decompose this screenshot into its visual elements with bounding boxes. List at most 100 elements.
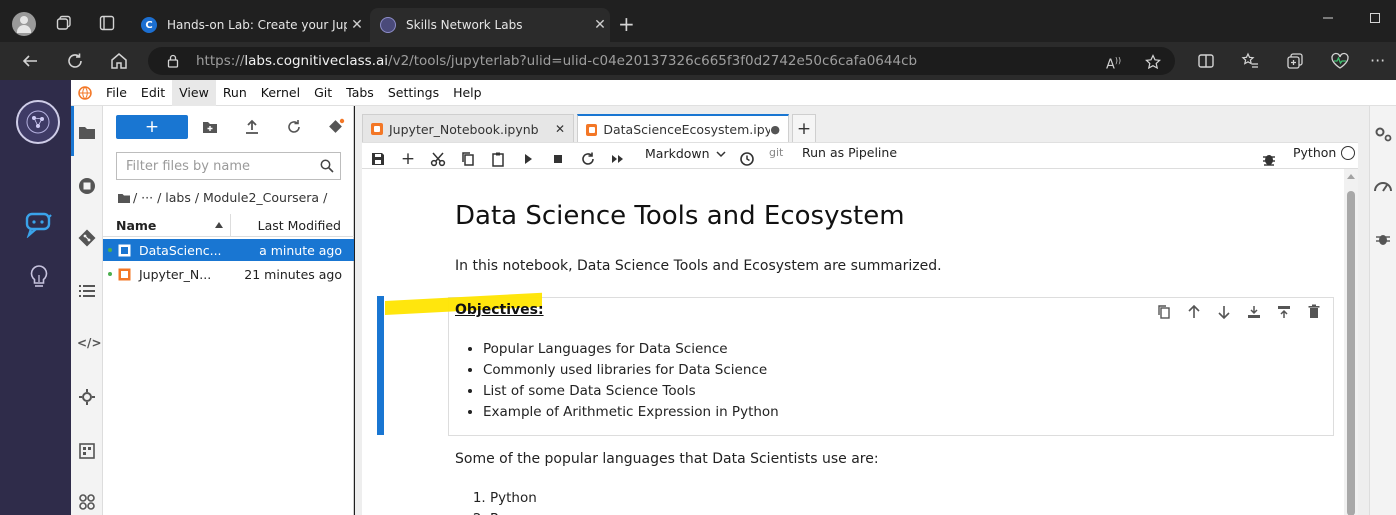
- split-screen-icon[interactable]: [1197, 52, 1215, 70]
- browser-essentials-icon[interactable]: [1330, 52, 1350, 70]
- favorite-star-icon[interactable]: [1145, 54, 1161, 70]
- insert-above-icon[interactable]: [1275, 303, 1293, 321]
- tab-actions-icon[interactable]: [99, 15, 115, 31]
- chevron-down-icon: [716, 151, 726, 158]
- copy-icon[interactable]: [458, 149, 478, 169]
- delete-cell-icon[interactable]: [1305, 303, 1323, 321]
- property-inspector-icon[interactable]: [1372, 123, 1394, 145]
- close-tab-icon[interactable]: ✕: [555, 122, 565, 136]
- workspaces-icon[interactable]: [56, 15, 72, 31]
- back-icon[interactable]: [21, 52, 39, 70]
- fast-forward-icon[interactable]: [608, 149, 628, 169]
- menu-tabs[interactable]: Tabs: [339, 80, 381, 106]
- menu-edit[interactable]: Edit: [134, 80, 172, 106]
- notebook-scrollbar[interactable]: [1344, 169, 1358, 515]
- debugger-icon[interactable]: [1374, 230, 1392, 248]
- refresh-files-icon[interactable]: [283, 116, 305, 138]
- scroll-up-arrow-icon[interactable]: [1347, 174, 1355, 179]
- cell-type-select[interactable]: Markdown: [645, 144, 726, 164]
- debugger-bug-icon[interactable]: [1259, 149, 1279, 169]
- insert-below-icon[interactable]: [1245, 303, 1263, 321]
- extension-manager-icon[interactable]: [78, 388, 96, 406]
- save-icon[interactable]: [368, 149, 388, 169]
- menu-help[interactable]: Help: [446, 80, 489, 106]
- table-of-contents-icon[interactable]: [78, 283, 96, 299]
- running-dot: [108, 248, 112, 252]
- running-dot: [108, 272, 112, 276]
- home-icon[interactable]: [110, 52, 128, 70]
- url-host: labs.cognitiveclass.ai: [244, 53, 389, 69]
- new-tab-button[interactable]: +: [618, 12, 638, 36]
- menu-file[interactable]: File: [99, 80, 134, 106]
- unsaved-indicator-icon[interactable]: ●: [770, 123, 780, 136]
- notebook-tab-datascience[interactable]: DataScienceEcosystem.ipyn ●: [577, 114, 789, 143]
- add-tab-button[interactable]: +: [792, 114, 816, 143]
- more-options-icon[interactable]: ···: [1370, 52, 1385, 70]
- move-down-icon[interactable]: [1215, 303, 1233, 321]
- url-bar[interactable]: https://labs.cognitiveclass.ai/v2/tools/…: [148, 47, 1175, 75]
- minimize-icon[interactable]: [1320, 10, 1336, 26]
- notebook-tab-jupyter[interactable]: Jupyter_Notebook.ipynb ✕: [362, 114, 574, 143]
- file-row[interactable]: Jupyter_N... 21 minutes ago: [103, 263, 354, 285]
- refresh-icon[interactable]: [66, 52, 84, 70]
- intro-paragraph: In this notebook, Data Science Tools and…: [455, 258, 942, 274]
- code-snippets-icon[interactable]: </>: [77, 336, 102, 350]
- close-tab-icon[interactable]: ✕: [347, 17, 367, 33]
- clock-icon[interactable]: [737, 149, 757, 169]
- menu-settings[interactable]: Settings: [381, 80, 446, 106]
- profile-avatar[interactable]: [12, 12, 36, 36]
- upload-icon[interactable]: [241, 116, 263, 138]
- folder-icon[interactable]: [78, 124, 96, 140]
- paste-icon[interactable]: [488, 149, 508, 169]
- menu-run[interactable]: Run: [216, 80, 254, 106]
- restart-kernel-icon[interactable]: [578, 149, 598, 169]
- running-kernels-icon[interactable]: [78, 177, 96, 195]
- notebook-file-icon: [118, 244, 131, 256]
- cut-icon[interactable]: [428, 149, 448, 169]
- chat-assistant-icon[interactable]: [24, 210, 54, 238]
- favorites-icon[interactable]: [1241, 52, 1259, 70]
- run-icon[interactable]: [518, 149, 538, 169]
- lightbulb-icon[interactable]: [28, 264, 50, 290]
- elyra-pipeline-icon[interactable]: [78, 493, 96, 511]
- markdown-cell-active[interactable]: Objectives: Popular Languages for Data S…: [385, 292, 1334, 436]
- active-cell-collapser[interactable]: [377, 296, 384, 435]
- duplicate-cell-icon[interactable]: [1155, 303, 1173, 321]
- new-folder-icon[interactable]: [199, 116, 221, 138]
- maximize-icon[interactable]: [1367, 10, 1383, 26]
- lock-icon[interactable]: [166, 54, 180, 68]
- menu-git[interactable]: Git: [307, 80, 339, 106]
- url-scheme: https://: [196, 53, 245, 69]
- git-clone-icon[interactable]: [325, 116, 347, 138]
- git-diff-button[interactable]: git: [769, 146, 783, 159]
- git-icon[interactable]: [78, 229, 96, 247]
- new-launcher-button[interactable]: +: [116, 115, 188, 139]
- stop-icon[interactable]: [548, 149, 568, 169]
- notebook-icon: [586, 123, 598, 136]
- menu-view[interactable]: View: [172, 79, 216, 106]
- tab-title: DataScienceEcosystem.ipyn: [603, 122, 771, 137]
- skills-network-icon: [380, 17, 396, 33]
- read-aloud-icon[interactable]: A)): [1106, 47, 1121, 75]
- insert-cell-icon[interactable]: +: [398, 149, 418, 169]
- file-row-selected[interactable]: DataScienc... a minute ago: [103, 239, 354, 261]
- browser-tab-skills-network[interactable]: Skills Network Labs ✕: [370, 8, 610, 42]
- breadcrumb[interactable]: / ··· / labs / Module2_Coursera /: [118, 190, 327, 205]
- column-name[interactable]: Name: [116, 218, 156, 233]
- menu-kernel[interactable]: Kernel: [254, 80, 307, 106]
- scrollbar-thumb[interactable]: [1347, 191, 1355, 515]
- filter-files-input[interactable]: Filter files by name: [116, 152, 341, 180]
- run-as-pipeline-button[interactable]: Run as Pipeline: [802, 145, 897, 160]
- notebook-file-icon: [118, 268, 131, 280]
- column-last-modified[interactable]: Last Modified: [258, 218, 341, 233]
- sort-ascending-icon[interactable]: [215, 222, 223, 228]
- close-tab-icon[interactable]: ✕: [590, 17, 610, 33]
- kernel-name[interactable]: Python: [1293, 145, 1336, 160]
- move-up-icon[interactable]: [1185, 303, 1203, 321]
- resource-usage-gauge-icon[interactable]: [1372, 176, 1394, 198]
- home-folder-icon[interactable]: [118, 193, 130, 203]
- collections-icon[interactable]: [1286, 52, 1304, 70]
- browser-tab-lab[interactable]: C Hands-on Lab: Create your Jupyt ✕: [131, 8, 367, 42]
- notebook-content: Data Science Tools and Ecosystem In this…: [362, 168, 1358, 515]
- palette-icon[interactable]: [78, 442, 96, 460]
